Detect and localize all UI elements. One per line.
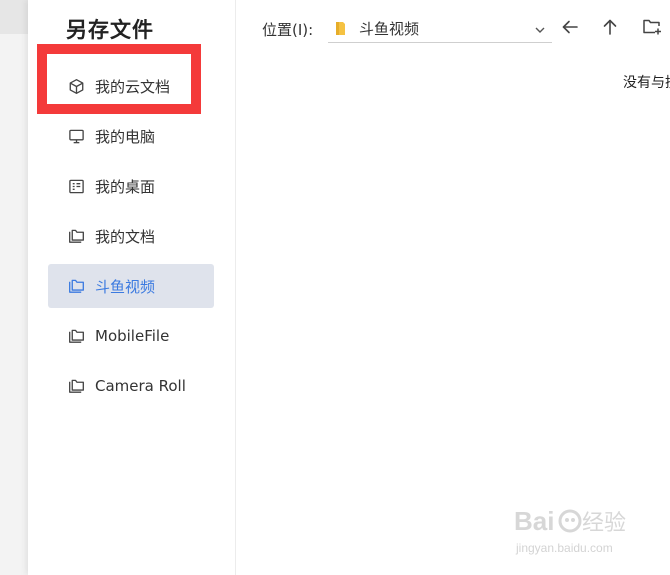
up-arrow-icon [601,18,619,40]
sidebar-item-douyu-video[interactable]: 斗鱼视频 [48,264,214,308]
cube-icon [67,77,85,95]
folder-yellow-icon [334,20,350,36]
empty-state-message: 没有与搜索条件匹配的项。 [623,75,670,91]
location-toolbar: 位置(I): 斗鱼视频 [262,14,670,44]
folder-icon [67,227,85,245]
sidebar-item-mobilefile[interactable]: MobileFile [48,314,214,358]
sidebar-item-label: 我的文档 [95,227,156,246]
back-button[interactable] [558,17,582,41]
sidebar: 另存文件 我的云文档 我的电脑 我的桌面 我的文档 斗鱼视频 MobileFil… [28,0,236,575]
location-dropdown[interactable]: 斗鱼视频 [328,14,552,43]
folder-icon [67,277,85,295]
background-window [0,0,28,575]
new-folder-icon [642,18,662,40]
baidu-jingyan-watermark: Bai 经验 jingyan.baidu.com [510,500,640,560]
watermark-logo: Bai 经验 jingyan.baidu.com [514,506,626,555]
computer-icon [67,127,85,145]
sidebar-item-my-desktop[interactable]: 我的桌面 [48,164,214,208]
folder-icon [67,327,85,345]
svg-text:jingyan.baidu.com: jingyan.baidu.com [515,541,613,555]
sidebar-item-label: Camera Roll [95,377,186,395]
location-label: 位置(I): [262,21,314,39]
chevron-down-icon [534,21,546,33]
save-as-dialog: 另存文件 我的云文档 我的电脑 我的桌面 我的文档 斗鱼视频 MobileFil… [28,0,670,575]
sidebar-item-cloud-docs[interactable]: 我的云文档 [48,64,214,108]
sidebar-item-label: 我的桌面 [95,177,156,196]
screen: 另存文件 我的云文档 我的电脑 我的桌面 我的文档 斗鱼视频 MobileFil… [0,0,670,575]
sidebar-item-my-documents[interactable]: 我的文档 [48,214,214,258]
sidebar-item-label: 我的云文档 [95,77,171,96]
svg-text:经验: 经验 [582,511,626,536]
sidebar-item-my-computer[interactable]: 我的电脑 [48,114,214,158]
svg-text:Bai: Bai [514,506,554,536]
background-window-titlebar [0,0,28,34]
new-folder-button[interactable] [640,17,664,41]
dialog-title: 另存文件 [66,18,154,42]
back-arrow-icon [561,18,579,40]
up-button[interactable] [598,17,622,41]
desktop-icon [67,177,85,195]
sidebar-item-label: 斗鱼视频 [95,277,156,296]
sidebar-item-label: MobileFile [95,327,170,345]
sidebar-item-camera-roll[interactable]: Camera Roll [48,364,214,408]
sidebar-item-label: 我的电脑 [95,127,156,146]
location-value: 斗鱼视频 [359,19,420,38]
folder-icon [67,377,85,395]
